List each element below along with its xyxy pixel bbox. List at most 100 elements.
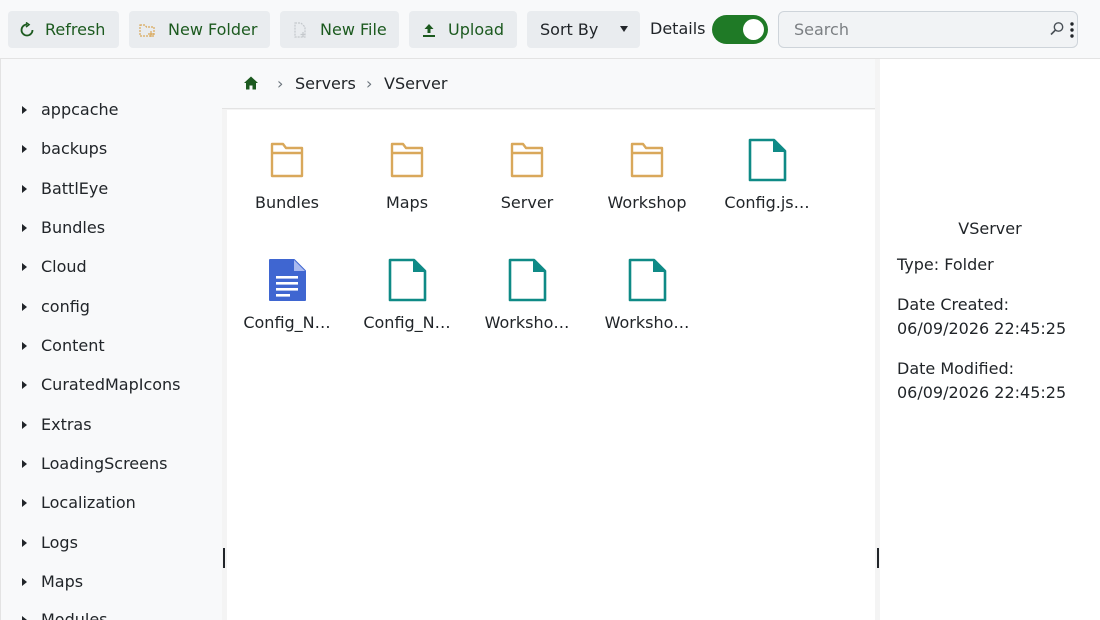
tree-item-localization[interactable]: Localization — [1, 488, 222, 518]
toggle-knob — [743, 19, 764, 40]
tree-item-label: BattlEye — [41, 179, 109, 198]
sidebar-tree: appcache backups BattlEye Bundles Cloud … — [0, 59, 222, 620]
search-box — [778, 11, 1078, 48]
new-folder-label: New Folder — [168, 20, 258, 39]
file-name: Worksho… — [484, 313, 570, 332]
upload-button[interactable]: Upload — [409, 11, 517, 48]
file-item-workshop-2[interactable]: Worksho… — [597, 240, 697, 340]
details-type: Type: Folder — [897, 255, 994, 274]
sort-by-label: Sort By — [540, 20, 599, 39]
details-date-modified-label: Date Modified: — [897, 359, 1014, 378]
caret-right-icon[interactable] — [22, 539, 27, 547]
tree-item-label: config — [41, 297, 90, 316]
breadcrumb: › Servers › VServer — [222, 59, 875, 109]
tree-item-label: Logs — [41, 533, 78, 552]
tree-item-label: Modules — [41, 610, 108, 620]
file-name: Workshop — [607, 193, 687, 212]
caret-right-icon[interactable] — [22, 185, 27, 193]
tree-item-battleye[interactable]: BattlEye — [1, 174, 222, 204]
caret-right-icon[interactable] — [22, 616, 27, 620]
caret-right-icon[interactable] — [22, 263, 27, 271]
file-grid: Bundles Maps Server Workshop Config.js… … — [227, 110, 875, 620]
caret-right-icon[interactable] — [22, 224, 27, 232]
breadcrumb-item-servers[interactable]: Servers — [295, 74, 356, 93]
details-label: Details — [650, 19, 706, 38]
new-folder-button[interactable]: New Folder — [129, 11, 270, 48]
file-item-config-n-1[interactable]: Config_N… — [237, 240, 337, 340]
details-title: VServer — [958, 219, 1022, 238]
tree-item-label: Maps — [41, 572, 84, 591]
file-name: Maps — [385, 193, 429, 212]
tree-item-content[interactable]: Content — [1, 331, 222, 361]
tree-item-bundles[interactable]: Bundles — [1, 213, 222, 243]
details-date-created-label: Date Created: — [897, 295, 1010, 314]
tree-item-loadingscreens[interactable]: LoadingScreens — [1, 449, 222, 479]
tree-item-modules[interactable]: Modules — [1, 605, 222, 620]
file-item-workshop-1[interactable]: Worksho… — [477, 240, 577, 340]
right-resize-handle[interactable] — [877, 548, 879, 568]
breadcrumb-item-vserver[interactable]: VServer — [384, 74, 447, 93]
new-file-button[interactable]: New File — [280, 11, 399, 48]
file-item-config-n-2[interactable]: Config_N… — [357, 240, 457, 340]
caret-right-icon[interactable] — [22, 342, 27, 350]
tree-item-label: Extras — [41, 415, 92, 434]
caret-right-icon[interactable] — [22, 460, 27, 468]
file-name: Config_N… — [363, 313, 451, 332]
file-item-config-json[interactable]: Config.js… — [717, 120, 817, 220]
details-date-created: 06/09/2026 22:45:25 — [897, 319, 1067, 338]
upload-icon — [420, 21, 438, 39]
tree-item-label: appcache — [41, 100, 119, 119]
file-icon — [628, 258, 667, 302]
tree-item-logs[interactable]: Logs — [1, 528, 222, 558]
new-folder-icon — [139, 21, 157, 39]
caret-right-icon[interactable] — [22, 499, 27, 507]
tree-item-backups[interactable]: backups — [1, 134, 222, 164]
tree-item-config[interactable]: config — [1, 292, 222, 322]
file-item-bundles[interactable]: Bundles — [237, 120, 337, 220]
file-name: Worksho… — [604, 313, 690, 332]
tree-item-extras[interactable]: Extras — [1, 410, 222, 440]
tree-item-label: Content — [41, 336, 105, 355]
tree-item-label: Bundles — [41, 218, 106, 237]
details-panel: VServer Type: Folder Date Created: 06/09… — [880, 59, 1100, 620]
chevron-down-icon — [620, 26, 628, 32]
caret-right-icon[interactable] — [22, 145, 27, 153]
search-icon[interactable] — [1049, 21, 1065, 37]
toolbar: Refresh New Folder New File Upload Sort … — [0, 0, 1100, 59]
file-item-maps[interactable]: Maps — [357, 120, 457, 220]
file-item-workshop[interactable]: Workshop — [597, 120, 697, 220]
left-resize-handle[interactable] — [223, 548, 225, 568]
tree-item-label: backups — [41, 139, 108, 158]
search-input[interactable] — [780, 13, 1040, 46]
file-name: Bundles — [254, 193, 320, 212]
sort-by-dropdown[interactable]: Sort By — [527, 11, 640, 48]
caret-right-icon[interactable] — [22, 421, 27, 429]
folder-icon — [510, 142, 544, 178]
caret-right-icon[interactable] — [22, 106, 27, 114]
file-name: Config.js… — [724, 193, 810, 212]
refresh-button[interactable]: Refresh — [8, 11, 119, 48]
more-options-icon[interactable] — [1069, 21, 1075, 39]
tree-item-cloud[interactable]: Cloud — [1, 252, 222, 282]
file-name: Server — [500, 193, 554, 212]
caret-right-icon[interactable] — [22, 303, 27, 311]
refresh-label: Refresh — [45, 20, 106, 39]
tree-item-label: Cloud — [41, 257, 87, 276]
folder-icon — [630, 142, 664, 178]
file-item-server[interactable]: Server — [477, 120, 577, 220]
tree-item-label: Localization — [41, 493, 136, 512]
new-file-icon — [291, 21, 309, 39]
file-icon — [748, 138, 787, 182]
breadcrumb-separator: › — [366, 74, 373, 93]
caret-right-icon[interactable] — [22, 578, 27, 586]
file-name: Config_N… — [243, 313, 331, 332]
details-date-modified: 06/09/2026 22:45:25 — [897, 383, 1067, 402]
tree-item-curatedmapicons[interactable]: CuratedMapIcons — [1, 370, 222, 400]
tree-item-maps[interactable]: Maps — [1, 567, 222, 597]
breadcrumb-separator: › — [277, 74, 284, 93]
document-icon — [269, 259, 306, 301]
details-toggle[interactable] — [712, 15, 768, 44]
caret-right-icon[interactable] — [22, 381, 27, 389]
tree-item-appcache[interactable]: appcache — [1, 95, 222, 125]
home-icon[interactable] — [243, 75, 259, 95]
